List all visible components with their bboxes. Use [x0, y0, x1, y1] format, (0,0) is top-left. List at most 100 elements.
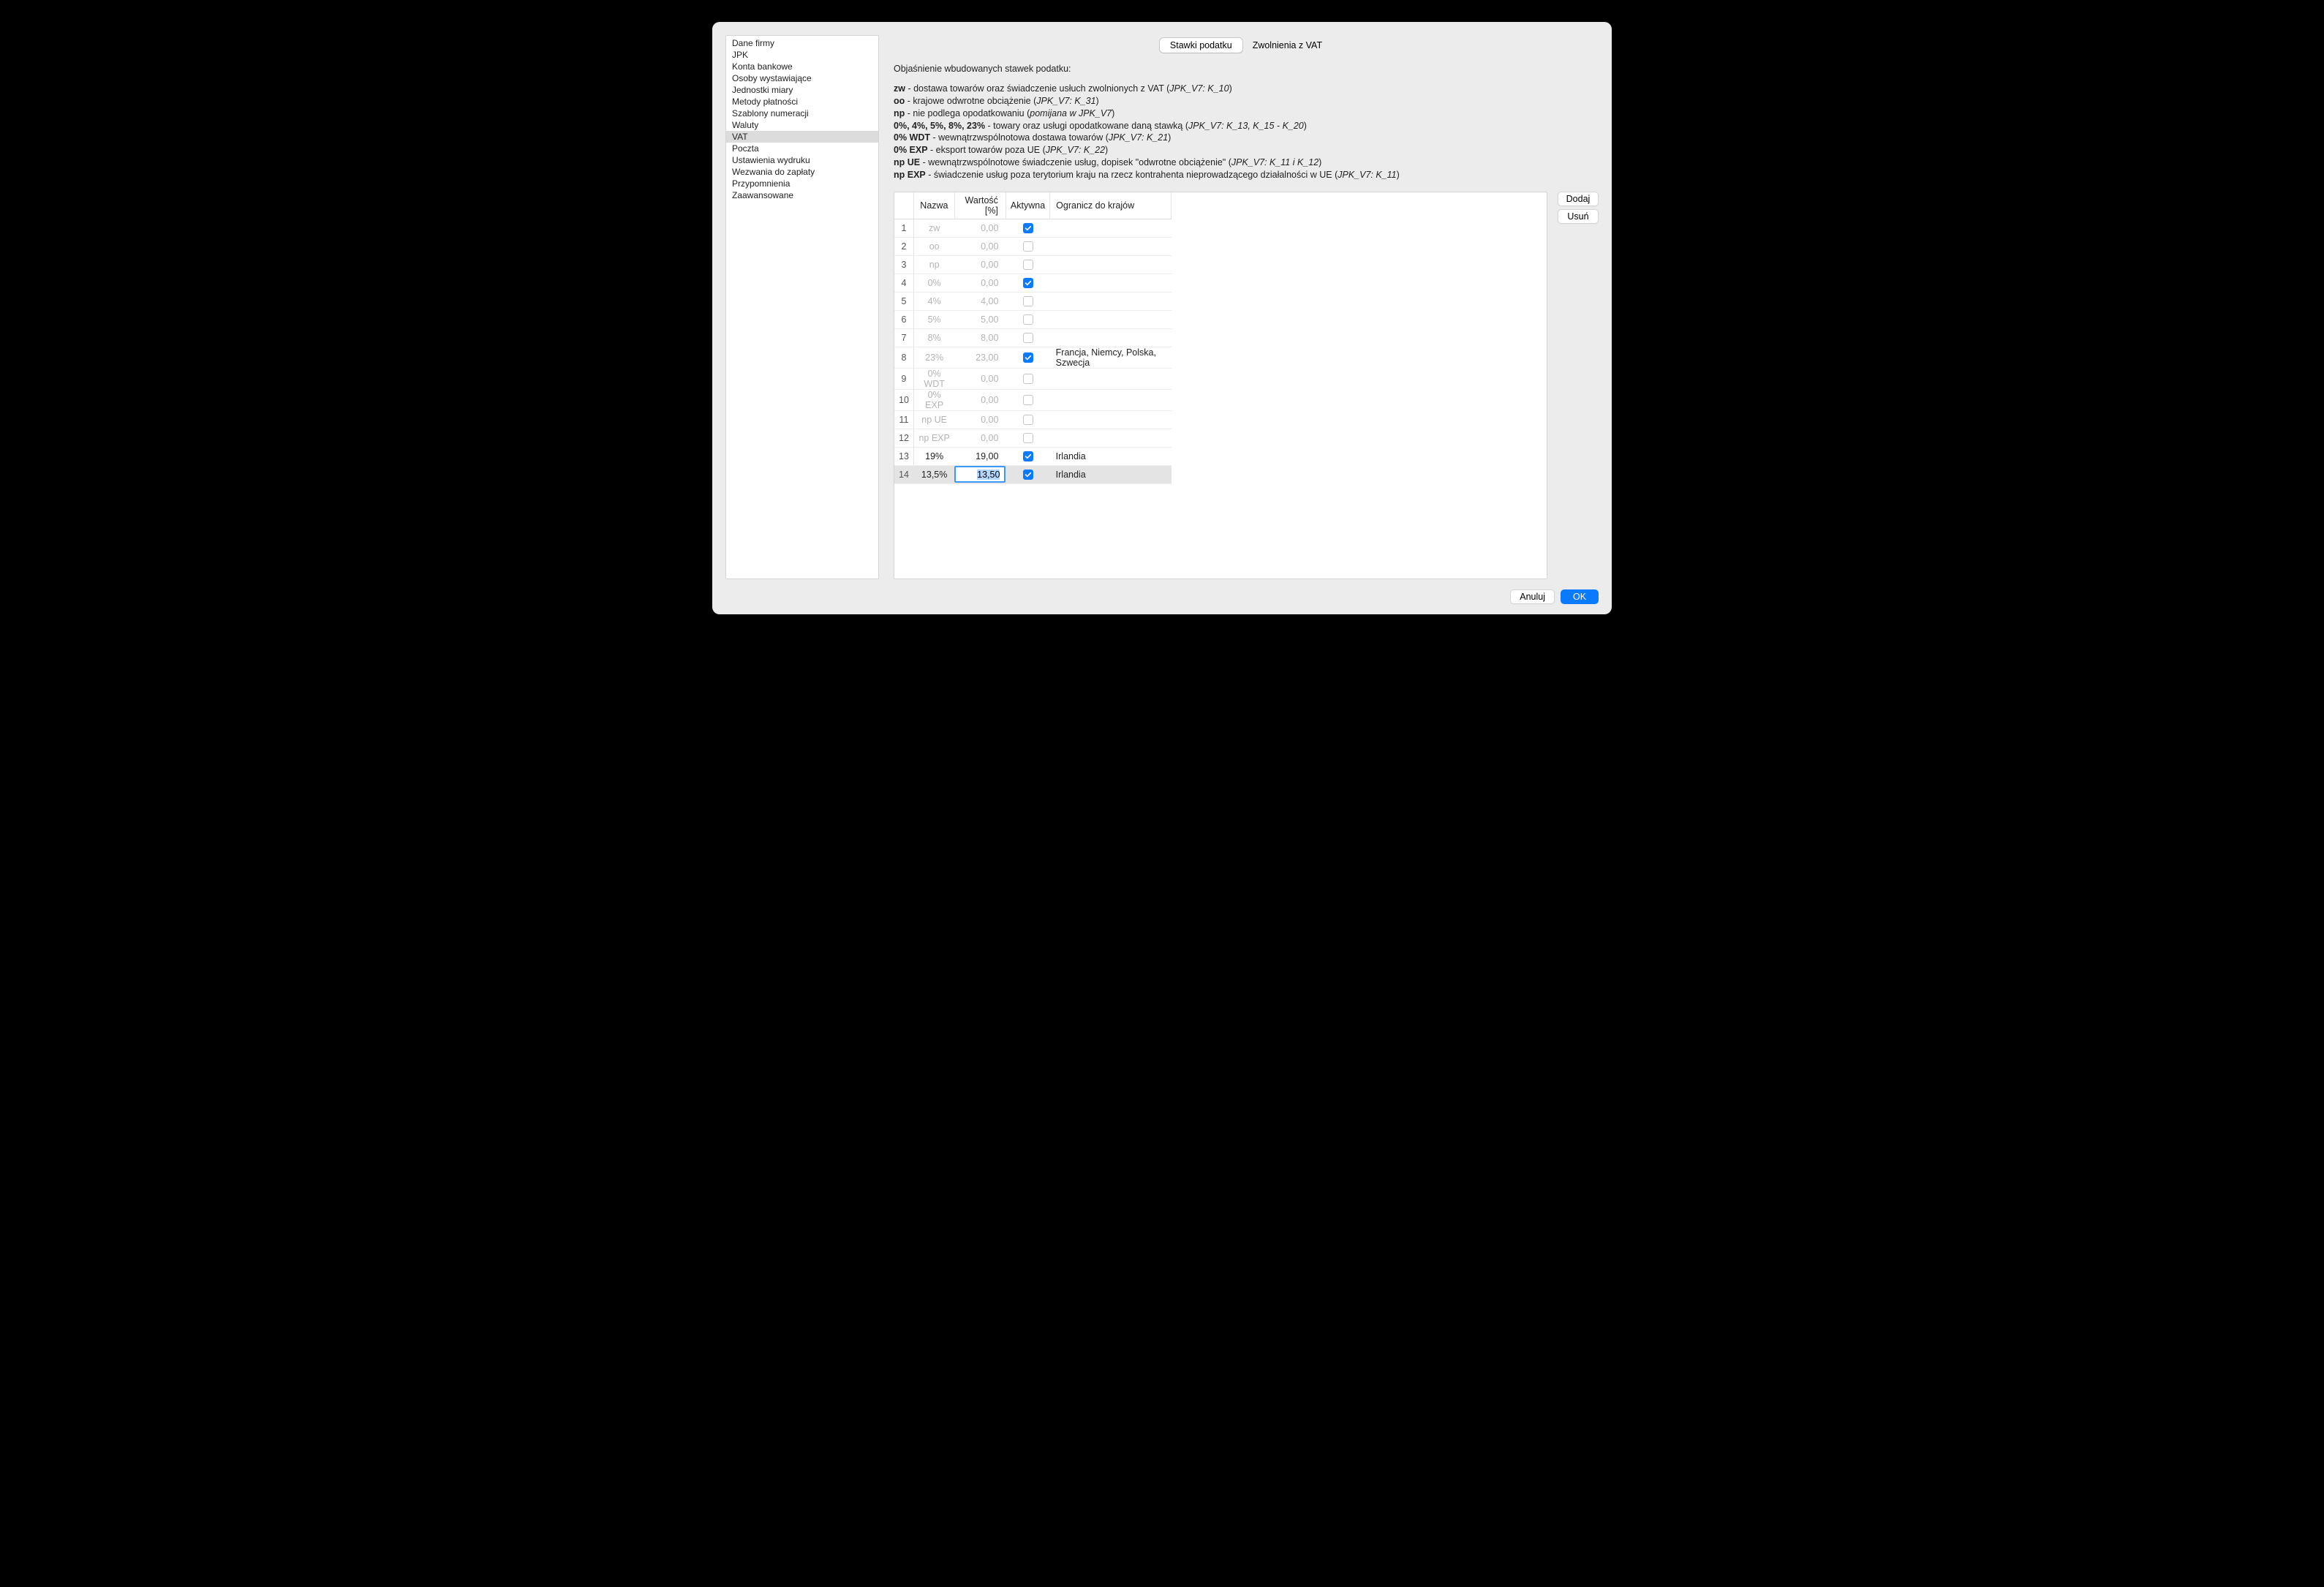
- table-row[interactable]: 78%8,00: [894, 328, 1172, 347]
- active-checkbox[interactable]: [1023, 374, 1033, 384]
- table-row[interactable]: 65%5,00: [894, 310, 1172, 328]
- cell-name[interactable]: 0% WDT: [913, 368, 954, 389]
- cell-value[interactable]: 8,00: [954, 328, 1006, 347]
- cell-active[interactable]: [1006, 447, 1049, 465]
- sidebar-item[interactable]: Jednostki miary: [726, 84, 878, 96]
- sidebar-item[interactable]: JPK: [726, 49, 878, 61]
- active-checkbox[interactable]: [1023, 395, 1033, 405]
- cell-value[interactable]: 0,00: [954, 255, 1006, 274]
- cell-name[interactable]: 13,5%: [913, 465, 954, 483]
- cell-value[interactable]: 0,00: [954, 389, 1006, 410]
- cell-countries[interactable]: [1050, 274, 1172, 292]
- active-checkbox[interactable]: [1023, 415, 1033, 425]
- cell-countries[interactable]: [1050, 255, 1172, 274]
- sidebar-item[interactable]: Dane firmy: [726, 37, 878, 49]
- cell-name[interactable]: np: [913, 255, 954, 274]
- tab-button[interactable]: Stawki podatku: [1160, 38, 1242, 53]
- cell-countries[interactable]: [1050, 292, 1172, 310]
- cell-name[interactable]: np UE: [913, 410, 954, 429]
- table-row[interactable]: 3np0,00: [894, 255, 1172, 274]
- cell-name[interactable]: 8%: [913, 328, 954, 347]
- cell-name[interactable]: 4%: [913, 292, 954, 310]
- cell-name[interactable]: 23%: [913, 347, 954, 368]
- tab-button[interactable]: Zwolnienia z VAT: [1242, 38, 1332, 53]
- cell-active[interactable]: [1006, 368, 1049, 389]
- active-checkbox[interactable]: [1023, 260, 1033, 270]
- cell-value[interactable]: 5,00: [954, 310, 1006, 328]
- add-button[interactable]: Dodaj: [1558, 192, 1599, 206]
- category-sidebar[interactable]: Dane firmyJPKKonta bankoweOsoby wystawia…: [725, 35, 879, 579]
- cell-active[interactable]: [1006, 292, 1049, 310]
- cell-value[interactable]: 19,00: [954, 447, 1006, 465]
- cell-countries[interactable]: Irlandia: [1050, 447, 1172, 465]
- cancel-button[interactable]: Anuluj: [1510, 589, 1555, 604]
- sidebar-item[interactable]: Poczta: [726, 143, 878, 154]
- active-checkbox[interactable]: [1023, 241, 1033, 252]
- sidebar-item[interactable]: Osoby wystawiające: [726, 72, 878, 84]
- cell-active[interactable]: [1006, 328, 1049, 347]
- col-header-name[interactable]: Nazwa: [913, 192, 954, 219]
- remove-button[interactable]: Usuń: [1558, 209, 1599, 224]
- col-header-number[interactable]: [894, 192, 913, 219]
- cell-value[interactable]: 0,00: [954, 429, 1006, 447]
- cell-active[interactable]: [1006, 389, 1049, 410]
- cell-active[interactable]: [1006, 255, 1049, 274]
- cell-value[interactable]: [954, 465, 1006, 483]
- table-row[interactable]: 1413,5%Irlandia: [894, 465, 1172, 483]
- cell-countries[interactable]: Irlandia: [1050, 465, 1172, 483]
- table-row[interactable]: 2oo0,00: [894, 237, 1172, 255]
- cell-active[interactable]: [1006, 347, 1049, 368]
- cell-countries[interactable]: [1050, 389, 1172, 410]
- cell-name[interactable]: 5%: [913, 310, 954, 328]
- cell-active[interactable]: [1006, 429, 1049, 447]
- active-checkbox[interactable]: [1023, 470, 1033, 480]
- table-row[interactable]: 823%23,00Francja, Niemcy, Polska, Szwecj…: [894, 347, 1172, 368]
- cell-active[interactable]: [1006, 410, 1049, 429]
- col-header-value[interactable]: Wartość [%]: [954, 192, 1006, 219]
- active-checkbox[interactable]: [1023, 451, 1033, 461]
- active-checkbox[interactable]: [1023, 223, 1033, 233]
- cell-name[interactable]: 19%: [913, 447, 954, 465]
- cell-active[interactable]: [1006, 274, 1049, 292]
- cell-value[interactable]: 0,00: [954, 237, 1006, 255]
- value-input[interactable]: [954, 466, 1006, 483]
- ok-button[interactable]: OK: [1561, 589, 1599, 604]
- cell-name[interactable]: 0% EXP: [913, 389, 954, 410]
- sidebar-item[interactable]: Ustawienia wydruku: [726, 154, 878, 166]
- cell-countries[interactable]: [1050, 219, 1172, 237]
- table-row[interactable]: 90% WDT0,00: [894, 368, 1172, 389]
- cell-countries[interactable]: [1050, 310, 1172, 328]
- table-row[interactable]: 11np UE0,00: [894, 410, 1172, 429]
- sidebar-item[interactable]: VAT: [726, 131, 878, 143]
- sidebar-item[interactable]: Przypomnienia: [726, 178, 878, 189]
- col-header-countries[interactable]: Ogranicz do krajów: [1050, 192, 1172, 219]
- cell-active[interactable]: [1006, 219, 1049, 237]
- cell-countries[interactable]: [1050, 328, 1172, 347]
- active-checkbox[interactable]: [1023, 296, 1033, 306]
- table-row[interactable]: 12np EXP0,00: [894, 429, 1172, 447]
- table-row[interactable]: 54%4,00: [894, 292, 1172, 310]
- cell-active[interactable]: [1006, 465, 1049, 483]
- cell-value[interactable]: 0,00: [954, 219, 1006, 237]
- table-row[interactable]: 1zw0,00: [894, 219, 1172, 237]
- segmented-control[interactable]: Stawki podatkuZwolnienia z VAT: [1160, 38, 1332, 53]
- cell-name[interactable]: zw: [913, 219, 954, 237]
- active-checkbox[interactable]: [1023, 333, 1033, 343]
- cell-active[interactable]: [1006, 237, 1049, 255]
- cell-countries[interactable]: [1050, 410, 1172, 429]
- table-row[interactable]: 1319%19,00Irlandia: [894, 447, 1172, 465]
- cell-name[interactable]: 0%: [913, 274, 954, 292]
- sidebar-item[interactable]: Konta bankowe: [726, 61, 878, 72]
- sidebar-item[interactable]: Waluty: [726, 119, 878, 131]
- table-row[interactable]: 100% EXP0,00: [894, 389, 1172, 410]
- cell-name[interactable]: oo: [913, 237, 954, 255]
- active-checkbox[interactable]: [1023, 353, 1033, 363]
- sidebar-item[interactable]: Metody płatności: [726, 96, 878, 108]
- cell-value[interactable]: 0,00: [954, 368, 1006, 389]
- cell-value[interactable]: 4,00: [954, 292, 1006, 310]
- cell-countries[interactable]: Francja, Niemcy, Polska, Szwecja: [1050, 347, 1172, 368]
- table-row[interactable]: 40%0,00: [894, 274, 1172, 292]
- cell-countries[interactable]: [1050, 429, 1172, 447]
- rates-table[interactable]: Nazwa Wartość [%] Aktywna Ogranicz do kr…: [894, 192, 1172, 484]
- active-checkbox[interactable]: [1023, 278, 1033, 288]
